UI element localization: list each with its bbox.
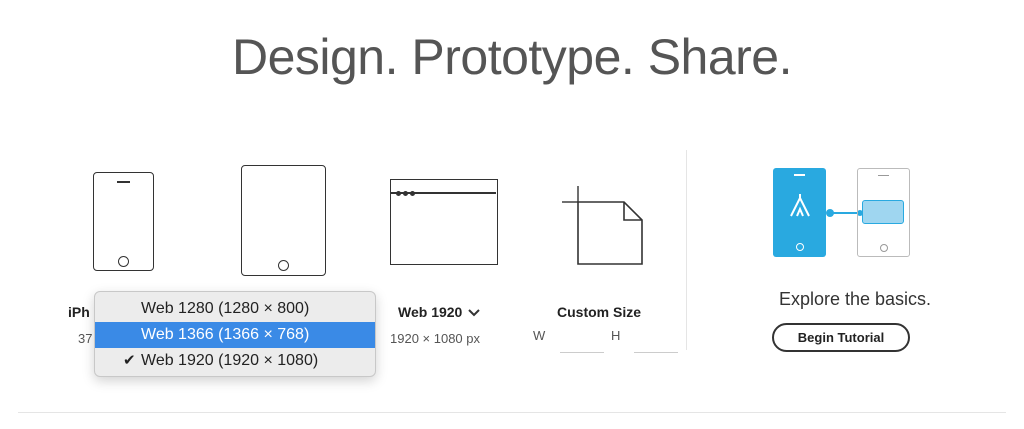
preset-size: 1920 × 1080 px: [390, 331, 480, 346]
begin-tutorial-button[interactable]: Begin Tutorial: [772, 323, 910, 352]
preset-label: iPh: [68, 304, 90, 320]
browser-window-icon: [390, 179, 498, 265]
dropdown-item-label: Web 1280 (1280 × 800): [141, 300, 310, 317]
height-label: H: [611, 328, 621, 343]
chevron-down-icon[interactable]: [468, 305, 480, 321]
web-size-dropdown[interactable]: Web 1280 (1280 × 800) Web 1366 (1366 × 7…: [94, 291, 376, 377]
dropdown-item-label: Web 1366 (1366 × 768): [141, 326, 310, 343]
panel-highlight: [862, 200, 904, 224]
dropdown-item-web-1920[interactable]: ✔ Web 1920 (1920 × 1080): [95, 348, 375, 374]
section-divider: [686, 150, 687, 350]
height-input[interactable]: [634, 330, 678, 353]
speaker-icon: [117, 181, 130, 183]
page-title: Design. Prototype. Share.: [231, 29, 793, 85]
checkmark-icon: ✔: [123, 352, 136, 369]
tent-icon: [790, 194, 810, 217]
home-button-icon: [118, 256, 129, 267]
preset-size: 37: [78, 331, 93, 346]
dropdown-item-web-1280[interactable]: Web 1280 (1280 × 800): [95, 296, 375, 322]
bottom-divider: [18, 412, 1006, 413]
preset-label: Custom Size: [557, 304, 642, 320]
width-input[interactable]: [560, 330, 604, 353]
phone-blue-icon: [773, 168, 826, 257]
dropdown-item-web-1366[interactable]: Web 1366 (1366 × 768): [95, 322, 375, 348]
preset-name: Web 1920: [398, 304, 463, 320]
preset-label[interactable]: Web 1920: [398, 304, 480, 321]
window-dots-icon: [396, 183, 415, 201]
width-label: W: [533, 328, 546, 343]
tablet-icon: [241, 165, 326, 276]
custom-document-icon: [562, 186, 643, 265]
home-button-icon: [278, 260, 289, 271]
phone-icon: [93, 172, 154, 271]
dropdown-item-label: Web 1920 (1920 × 1080): [141, 352, 319, 369]
explore-text: Explore the basics.: [778, 289, 932, 309]
